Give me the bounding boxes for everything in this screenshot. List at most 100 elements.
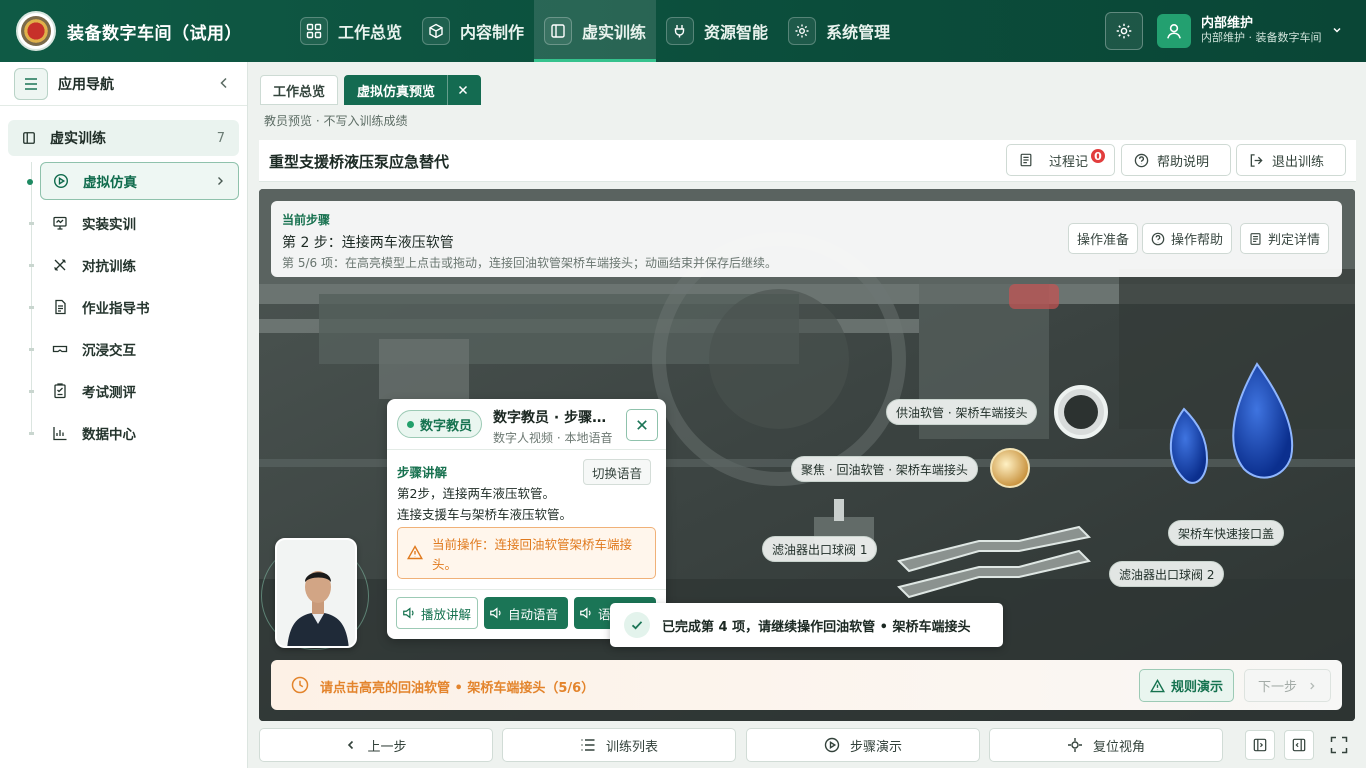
toggle-right-panel-button[interactable] [1284,730,1314,760]
sidebar-item-confrontation[interactable]: 对抗训练 [29,246,239,284]
sidebar-item-exam[interactable]: 考试测评 [29,372,239,410]
nav-label: 资源智能 [704,23,769,42]
prev-step-label: 上一步 [367,739,407,755]
plug-icon [666,17,695,45]
nav-label: 内容制作 [460,23,525,42]
page-title: 重型支援桥液压泵应急替代 [269,153,450,171]
next-label: 下一步 [1257,680,1297,695]
hotspot-filter-valve-2[interactable]: 滤油器出口球阀 2 [1109,561,1225,587]
digital-instructor-avatar[interactable] [275,538,357,648]
tutor-name: 数字教员 · 步骤讲解 [493,410,619,426]
switch-voice-button[interactable]: 切换语音 [583,459,652,485]
sidebar-item-label: 考试测评 [82,385,136,401]
sidebar-item-virtual-sim[interactable]: 虚拟仿真 [27,162,239,200]
nav-item-content[interactable]: 内容制作 [412,0,534,62]
tutor-section-title: 步骤讲解 [397,465,448,480]
panel-right-icon [1292,738,1306,752]
hotspot-label: 滤油器出口球阀 2 [1119,567,1215,582]
sidebar-item-real-equipment[interactable]: 实装实训 [29,204,239,242]
process-log-label: 过程记 [1049,154,1089,170]
user-subtitle: 内部维护 · 装备数字车间 [1201,31,1322,44]
hotspot-supply-hose[interactable]: 供油软管 · 架桥车端接头 [886,399,1038,425]
chevron-right-icon [218,177,223,185]
tab-label: 虚拟仿真预览 [357,84,436,100]
toast-text: 已完成第 4 项，请继续操作回油软管 • 架桥车端接头 [662,619,971,635]
sidebar-item-data-center[interactable]: 数据中心 [29,414,239,452]
hotspot-return-hose-focus[interactable]: 聚焦 · 回油软管 · 架桥车端接头 [791,456,978,482]
nav-item-system[interactable]: 系统管理 [778,0,900,62]
gear-icon [1116,23,1132,39]
nav-item-resources[interactable]: 资源智能 [656,0,778,62]
rule-demo-button[interactable]: 规则演示 [1139,669,1235,702]
simulation-viewport[interactable]: 当前步骤 第 2 步：连接两车液压软管 第 5/6 项：在高亮模型上点击或拖动，… [259,189,1355,721]
auto-voice-button[interactable]: 自动语音 [484,597,568,629]
collapse-sidebar-icon[interactable] [217,76,231,90]
reset-view-button[interactable]: 复位视角 [989,728,1223,762]
user-menu[interactable]: 内部维护 内部维护 · 装备数字车间 [1157,12,1357,50]
fullscreen-icon [1330,736,1348,754]
operation-prep-button[interactable]: 操作准备 [1068,223,1139,254]
nav-item-training[interactable]: 虚实训练 [534,0,657,62]
fullscreen-button[interactable] [1324,730,1354,760]
question-circle-icon [1134,153,1149,167]
auto-voice-label: 自动语音 [508,606,559,622]
sidebar-item-immersive[interactable]: 沉浸交互 [29,330,239,368]
list-icon [581,739,595,751]
process-log-button[interactable]: 过程记 0 [1006,144,1115,176]
nav-item-overview[interactable]: 工作总览 [290,0,412,62]
operation-help-button[interactable]: 操作帮助 [1142,223,1233,254]
hotspot-filter-valve-1[interactable]: 滤油器出口球阀 1 [762,536,878,562]
play-narration-button[interactable]: 播放讲解 [396,597,478,629]
step-demo-button[interactable]: 步骤演示 [746,728,980,762]
tutor-close-button[interactable] [626,409,658,441]
progress-toast: 已完成第 4 项，请继续操作回油软管 • 架桥车端接头 [610,603,1003,647]
settings-button[interactable] [1105,12,1143,50]
document-icon [1250,232,1261,245]
chevron-left-icon [348,740,354,750]
sidebar-group-training[interactable]: 虚实训练 7 [8,120,239,156]
tab-label: 工作总览 [273,84,326,100]
swords-icon [54,259,66,271]
cube-icon [422,17,451,45]
next-button[interactable]: 下一步 [1244,669,1331,702]
help-button[interactable]: 帮助说明 [1121,144,1231,176]
sidebar-item-work-guide[interactable]: 作业指导书 [29,288,239,326]
instructor-portrait-icon [277,540,355,646]
document-icon [1020,153,1032,167]
pill-label: 数字教员 [420,418,473,434]
nav-label: 系统管理 [826,23,891,42]
judgement-detail-button[interactable]: 判定详情 [1240,223,1330,254]
warning-icon [1150,678,1165,692]
hotspot-label: 聚焦 · 回油软管 · 架桥车端接头 [801,462,968,477]
current-operation-warning: 当前操作：连接回油软管架桥车端接头。 [397,527,656,579]
training-list-button[interactable]: 训练列表 [502,728,736,762]
tree-line [31,162,32,434]
reset-view-label: 复位视角 [1092,739,1145,755]
sidebar-item-label: 数据中心 [82,427,136,443]
panel-left-icon [1253,738,1267,752]
tutor-line-2: 连接支援车与架桥车液压软管。 [397,507,573,522]
chevron-right-icon [1310,682,1315,689]
tab-close-button[interactable] [447,75,468,105]
nav-label: 工作总览 [338,23,403,42]
user-name: 内部维护 [1201,16,1254,31]
step-title: 第 2 步：连接两车液压软管 [282,235,454,251]
prev-step-button[interactable]: 上一步 [259,728,493,762]
hotspot-quick-coupling-cap[interactable]: 架桥车快速接口盖 [1168,520,1285,546]
warning-text: 当前操作：连接回油软管架桥车端接头。 [432,537,633,572]
tab-virtual-preview[interactable]: 虚拟仿真预览 [344,75,482,105]
hotspot-label: 架桥车快速接口盖 [1178,526,1275,541]
exit-training-button[interactable]: 退出训练 [1236,144,1346,176]
sidebar-item-label: 实装实训 [82,217,136,233]
operation-hint-bar: 请点击高亮的回油软管 • 架桥车端接头（5/6） 规则演示 下一步 [271,660,1342,710]
menu-toggle-button[interactable] [14,67,48,100]
hamburger-icon [25,77,37,90]
close-icon [459,85,468,95]
toggle-left-panel-button[interactable] [1245,730,1275,760]
play-circle-icon [53,173,69,189]
operation-help-label: 操作帮助 [1171,233,1224,248]
status-dot [407,420,414,428]
user-icon [1157,14,1191,48]
page-tabs: 工作总览 虚拟仿真预览 [260,75,482,105]
tab-overview[interactable]: 工作总览 [260,75,339,105]
